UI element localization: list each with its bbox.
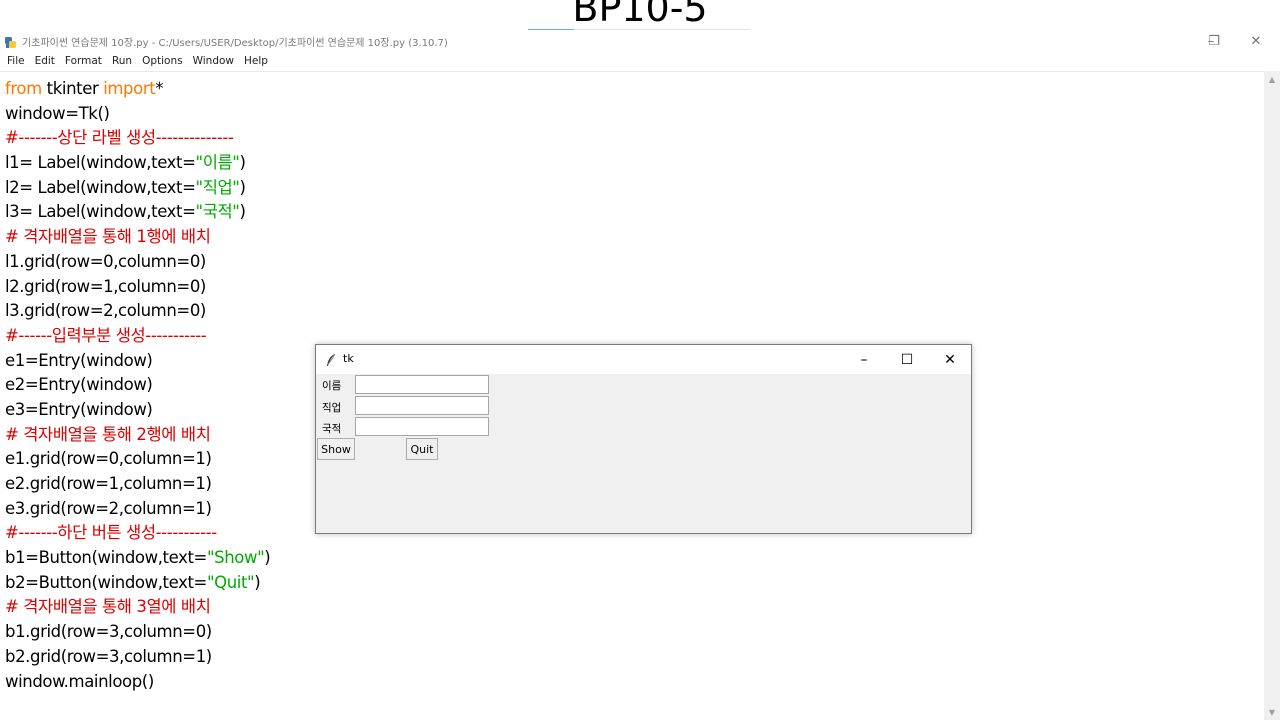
menu-run[interactable]: Run — [112, 55, 132, 67]
string-token: "직업" — [195, 177, 240, 197]
code-token: l3.grid(row=2,column=0) — [5, 301, 206, 321]
comment-token: #-------하단 버튼 생성----------- — [5, 523, 217, 543]
comment-token: #------입력부분 생성----------- — [5, 325, 207, 345]
code-line[interactable]: b1=Button(window,text="Show") — [5, 546, 271, 571]
menu-window[interactable]: Window — [193, 55, 234, 67]
comment-token: # 격자배열을 통해 1행에 배치 — [5, 227, 211, 247]
code-token: e3=Entry(window) — [5, 399, 153, 419]
tk-titlebar[interactable]: tk – ☐ ✕ — [316, 345, 971, 374]
tk-window-title: tk — [343, 352, 354, 365]
tk-close-icon[interactable]: ✕ — [928, 345, 972, 374]
string-token: "국적" — [195, 202, 240, 222]
code-line[interactable]: window.mainloop() — [5, 670, 270, 695]
tk-window: tk – ☐ ✕ 이름 직업 국적 Show Quit — [315, 344, 972, 534]
code-text[interactable]: from tkinter import* window=Tk() #-------상… — [5, 77, 271, 695]
menu-edit[interactable]: Edit — [35, 55, 55, 67]
code-line[interactable]: #-------상단 라벨 생성-------------- — [5, 126, 270, 151]
restore-icon[interactable]: ❐ — [1199, 31, 1229, 51]
code-line[interactable]: b1.grid(row=3,column=0) — [5, 620, 270, 645]
code-line[interactable]: l3= Label(window,text="국적") — [5, 200, 270, 225]
code-line[interactable]: # 격자배열을 통해 3열에 배치 — [5, 595, 270, 620]
code-line[interactable]: from tkinter import* — [5, 77, 270, 102]
keyword-token: from — [5, 79, 42, 98]
label-name: 이름 — [322, 380, 342, 392]
tk-feather-icon — [325, 352, 337, 366]
code-token: b2.grid(row=3,column=1) — [5, 646, 212, 666]
code-token: b2=Button(window,text= — [5, 572, 207, 592]
code-line[interactable]: e1.grid(row=0,column=1) — [5, 447, 270, 472]
code-line[interactable]: l3.grid(row=2,column=0) — [5, 299, 270, 324]
menu-help[interactable]: Help — [244, 55, 268, 67]
code-token: e2=Entry(window) — [5, 375, 153, 395]
label-job: 직업 — [322, 402, 342, 414]
code-token: l2.grid(row=1,column=0) — [5, 276, 206, 296]
code-line[interactable]: l1= Label(window,text="이름") — [5, 151, 270, 176]
label-nationality: 국적 — [322, 423, 342, 435]
code-token: l1= Label(window,text= — [5, 153, 196, 173]
code-token: l3= Label(window,text= — [5, 202, 196, 222]
comment-token: #-------상단 라벨 생성-------------- — [5, 128, 234, 148]
code-line[interactable]: l2= Label(window,text="직업") — [5, 176, 270, 201]
menu-options[interactable]: Options — [142, 55, 183, 67]
code-token: ) — [254, 572, 261, 592]
code-token: * — [155, 79, 164, 98]
code-token: e2.grid(row=1,column=1) — [5, 474, 212, 493]
code-line[interactable]: e2.grid(row=1,column=1) — [5, 472, 270, 497]
comment-token: # 격자배열을 통해 3열에 배치 — [5, 597, 211, 617]
keyword-token: import — [103, 79, 156, 98]
code-token: ) — [239, 153, 246, 173]
entry-name[interactable] — [355, 375, 489, 394]
comment-token: # 격자배열을 통해 2행에 배치 — [5, 424, 211, 444]
idle-python-icon — [4, 34, 17, 48]
quit-button[interactable]: Quit — [406, 438, 438, 460]
code-token: ) — [264, 548, 271, 568]
code-token: e3.grid(row=2,column=1) — [5, 498, 212, 518]
close-icon[interactable]: ✕ — [1241, 31, 1271, 51]
code-token: window.mainloop() — [5, 671, 154, 691]
code-line[interactable]: #------입력부분 생성----------- — [5, 324, 270, 349]
entry-job[interactable] — [355, 396, 489, 415]
code-line[interactable]: # 격자배열을 통해 2행에 배치 — [5, 423, 270, 448]
code-token: ) — [239, 202, 246, 222]
title-underline-accent — [528, 29, 574, 30]
slide-title: BP10-5 — [572, 0, 708, 30]
code-line[interactable]: l2.grid(row=1,column=0) — [5, 275, 270, 300]
code-line[interactable]: e2=Entry(window) — [5, 373, 270, 398]
code-token: tkinter — [41, 79, 104, 98]
string-token: "Quit" — [206, 572, 255, 592]
menu-format[interactable]: Format — [65, 55, 102, 67]
code-token: b1=Button(window,text= — [5, 548, 207, 568]
code-token: l2= Label(window,text= — [5, 177, 196, 197]
tk-maximize-icon[interactable]: ☐ — [885, 345, 929, 374]
code-line[interactable]: #-------하단 버튼 생성----------- — [5, 521, 270, 546]
title-underline — [528, 29, 750, 30]
idle-titlebar[interactable]: 기초파이썬 연습문제 10장.py - C:/Users/USER/Deskto… — [0, 31, 1280, 51]
code-token: window=Tk() — [5, 103, 110, 123]
scroll-down-icon[interactable]: ▼ — [1264, 704, 1280, 720]
code-token: b1.grid(row=3,column=0) — [5, 622, 212, 642]
code-token: ) — [239, 177, 246, 197]
code-line[interactable]: b2=Button(window,text="Quit") — [5, 571, 270, 596]
code-line[interactable]: e1=Entry(window) — [5, 349, 270, 374]
code-line[interactable]: # 격자배열을 통해 1행에 배치 — [5, 225, 270, 250]
scroll-up-icon[interactable]: ▲ — [1264, 71, 1280, 87]
show-button[interactable]: Show — [317, 438, 355, 460]
menubar: File Edit Format Run Options Window Help — [0, 52, 1280, 70]
code-token: e1=Entry(window) — [5, 350, 153, 370]
menu-file[interactable]: File — [7, 55, 25, 67]
idle-window-title: 기초파이썬 연습문제 10장.py - C:/Users/USER/Deskto… — [22, 38, 448, 49]
string-token: "이름" — [195, 153, 240, 173]
entry-nationality[interactable] — [355, 417, 489, 436]
code-token: l1.grid(row=0,column=0) — [5, 251, 206, 271]
string-token: "Show" — [206, 548, 265, 568]
code-line[interactable]: e3=Entry(window) — [5, 398, 270, 423]
code-line[interactable]: l1.grid(row=0,column=0) — [5, 250, 270, 275]
code-line[interactable]: window=Tk() — [5, 102, 270, 127]
code-line[interactable]: b2.grid(row=3,column=1) — [5, 645, 270, 670]
editor-scrollbar[interactable]: ▲ ▼ — [1264, 71, 1280, 720]
code-token: e1.grid(row=0,column=1) — [5, 449, 212, 469]
code-line[interactable]: e3.grid(row=2,column=1) — [5, 497, 270, 522]
tk-minimize-icon[interactable]: – — [842, 345, 886, 374]
